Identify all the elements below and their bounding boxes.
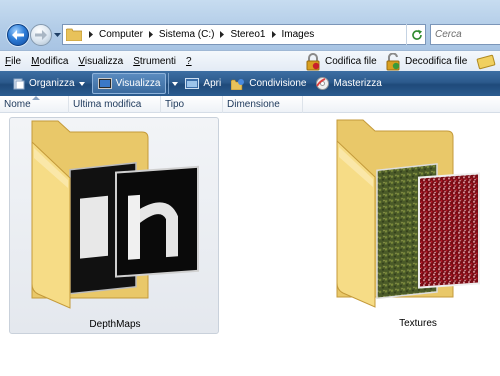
menu-help-label: ? — [186, 56, 192, 67]
forward-button[interactable] — [30, 24, 52, 46]
share-icon — [231, 78, 245, 90]
view-icon — [97, 78, 112, 89]
organize-icon — [13, 78, 25, 90]
view-dropdown-button[interactable] — [168, 73, 180, 94]
address-bar[interactable]: Computer Sistema (C:) Stereo1 Images — [62, 24, 426, 45]
menu-accelerator: F — [5, 55, 12, 67]
open-icon — [185, 78, 200, 89]
organize-label: Organizza — [29, 78, 75, 89]
burn-button[interactable]: Masterizza — [311, 73, 386, 94]
encrypt-file-button[interactable]: Codifica file — [304, 51, 377, 72]
refresh-button[interactable] — [406, 24, 426, 45]
address-row: Computer Sistema (C:) Stereo1 Images Cer… — [0, 0, 500, 50]
menu-file-label: File — [5, 55, 22, 67]
view-label: Visualizza — [115, 78, 161, 89]
menu-accelerator: M — [31, 55, 40, 67]
menu-modifica-label: Modifica — [31, 55, 69, 67]
breadcrumb-drive[interactable]: Sistema (C:) — [157, 29, 217, 40]
column-modified[interactable]: Ultima modifica — [69, 96, 161, 113]
menu-accelerator: V — [78, 55, 85, 67]
back-button[interactable] — [7, 24, 29, 46]
menu-visualizza-label: Visualizza — [78, 55, 124, 67]
folder-item-textures[interactable]: Textures — [313, 117, 500, 334]
column-type[interactable]: Tipo — [161, 96, 223, 113]
breadcrumb-stereo1[interactable]: Stereo1 — [228, 29, 267, 40]
chevron-down-icon — [78, 81, 85, 86]
burn-disc-icon — [316, 77, 330, 90]
folder-name-label: DepthMaps — [89, 319, 141, 330]
organize-button[interactable]: Organizza — [8, 73, 90, 94]
column-size[interactable]: Dimensione — [223, 96, 303, 113]
menu-visualizza[interactable]: Visualizza — [73, 56, 128, 67]
breadcrumb-arrow-icon[interactable] — [216, 31, 228, 38]
breadcrumb-computer[interactable]: Computer — [97, 29, 145, 40]
extra-tool-icon[interactable] — [476, 51, 498, 72]
open-button[interactable]: Apri — [180, 73, 226, 94]
menu-accelerator: ? — [186, 55, 192, 67]
arrow-left-icon — [12, 30, 24, 40]
search-input[interactable]: Cerca — [430, 24, 500, 45]
decrypt-file-button[interactable]: Decodifica file — [384, 51, 467, 72]
breadcrumb-arrow-icon[interactable] — [268, 31, 280, 38]
menu-help[interactable]: ? — [181, 56, 197, 67]
chevron-down-icon — [171, 81, 178, 86]
menu-strumenti[interactable]: Strumenti — [128, 56, 181, 67]
menu-accelerator: S — [133, 55, 140, 67]
file-list: DepthMaps Textures — [0, 113, 500, 376]
unlock-icon — [384, 52, 402, 71]
open-label: Apri — [203, 78, 222, 89]
view-button[interactable]: Visualizza — [91, 73, 167, 94]
chevron-down-icon — [53, 33, 61, 37]
folder-icon — [336, 119, 480, 308]
refresh-icon — [411, 29, 422, 40]
menu-modifica[interactable]: Modifica — [26, 56, 73, 67]
burn-label: Masterizza — [333, 78, 382, 89]
folder-item-depthmaps[interactable]: DepthMaps — [9, 117, 219, 334]
column-header: Nome Ultima modifica Tipo Dimensione — [0, 96, 500, 113]
arrow-right-icon — [35, 30, 47, 40]
menu-bar: File Modifica Visualizza Strumenti ? Cod… — [0, 50, 500, 71]
lock-icon — [304, 52, 322, 71]
breadcrumb-images[interactable]: Images — [280, 29, 317, 40]
folder-icon — [63, 25, 85, 44]
column-name[interactable]: Nome — [0, 96, 69, 113]
share-button[interactable]: Condivisione — [226, 73, 311, 94]
breadcrumb-arrow-icon[interactable] — [85, 31, 97, 38]
menu-strumenti-label: Strumenti — [133, 55, 177, 67]
breadcrumb-arrow-icon[interactable] — [145, 31, 157, 38]
command-bar: Organizza Visualizza Apri Condivisione M… — [0, 71, 500, 96]
share-label: Condivisione — [249, 78, 307, 89]
menu-file[interactable]: File — [0, 56, 26, 67]
folder-name-label: Textures — [399, 318, 437, 329]
recent-pages-button[interactable] — [53, 31, 61, 39]
decrypt-file-label: Decodifica file — [405, 56, 468, 67]
encrypt-file-label: Codifica file — [325, 56, 377, 67]
folder-icon — [31, 120, 199, 309]
